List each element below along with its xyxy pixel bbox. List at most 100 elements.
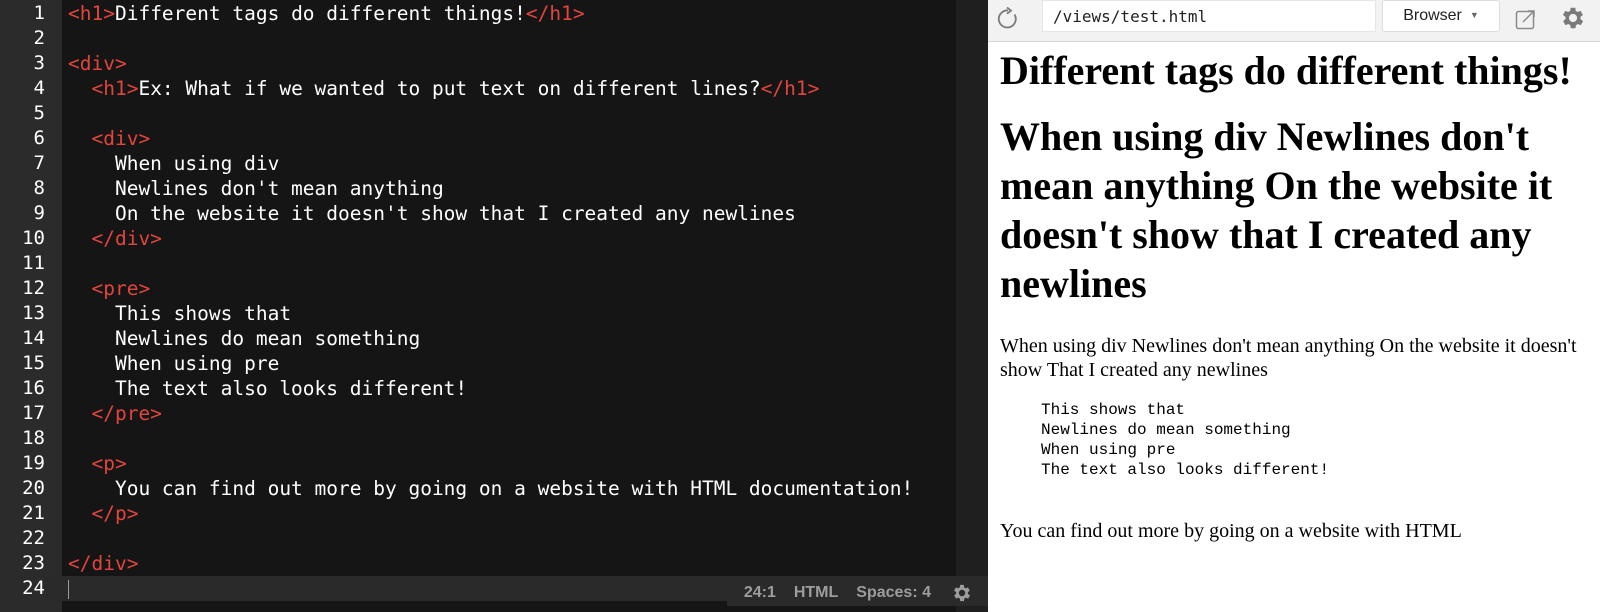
code-text: </pre> <box>68 401 162 426</box>
code-line[interactable]: 20 You can find out more by going on a w… <box>0 476 988 501</box>
code-text: Newlines don't mean anything <box>68 176 444 201</box>
line-number: 22 <box>22 526 45 549</box>
html-tag: </h1> <box>760 76 820 100</box>
page-paragraph: You can find out more by going on a webs… <box>1000 520 1462 542</box>
line-number: 24 <box>0 575 45 601</box>
caret-down-icon: ▼ <box>1469 10 1479 20</box>
code-line[interactable]: 15 When using pre <box>0 351 988 376</box>
line-number: 17 <box>22 401 45 424</box>
indent-setting[interactable]: Spaces: 4 <box>847 584 940 602</box>
line-number: 11 <box>22 251 45 274</box>
page-heading-1: Different tags do different things! <box>1000 48 1572 93</box>
code-line[interactable]: 13 This shows that <box>0 301 988 326</box>
line-number: 13 <box>22 301 45 324</box>
code-text: </div> <box>68 551 138 576</box>
code-editor[interactable]: 1 <h1>Different tags do different things!… <box>0 0 988 612</box>
code-line[interactable]: 12 <pre> <box>0 276 988 301</box>
html-tag: <pre> <box>91 276 151 300</box>
line-number: 10 <box>22 226 45 249</box>
code-line[interactable]: 5 <box>0 101 988 126</box>
html-tag: <h1> <box>68 1 115 25</box>
editor-status-bar: 24:1 HTML Spaces: 4 <box>726 579 988 606</box>
code-line[interactable]: 4 <h1>Ex: What if we wanted to put text … <box>0 76 988 101</box>
rendered-page: Different tags do different things! When… <box>1000 46 1596 543</box>
code-line[interactable]: 10 </div> <box>0 226 988 251</box>
line-number: 8 <box>33 176 45 199</box>
line-number: 6 <box>33 126 45 149</box>
html-tag: </pre> <box>91 401 162 425</box>
line-number: 2 <box>33 26 45 49</box>
preview-toolbar: /views/test.html Browser ▼ <box>988 0 1600 42</box>
line-number: 18 <box>22 426 45 449</box>
line-number: 7 <box>33 151 45 174</box>
line-number: 1 <box>33 1 45 24</box>
code-text: </p> <box>68 501 138 526</box>
code-token: This shows that <box>68 301 292 325</box>
html-tag: </p> <box>91 501 139 525</box>
html-tag: </div> <box>91 226 162 250</box>
code-line[interactable]: 1 <h1>Different tags do different things!… <box>0 1 988 26</box>
code-line[interactable]: 2 <box>0 26 988 51</box>
code-line[interactable]: 23 </div> <box>0 551 988 576</box>
language-mode[interactable]: HTML <box>785 584 847 602</box>
reload-icon[interactable] <box>992 3 1024 35</box>
cursor-position: 24:1 <box>743 583 776 601</box>
html-tag: </div> <box>68 551 139 575</box>
app-window: 1 <h1>Different tags do different things!… <box>0 0 1600 612</box>
url-field[interactable]: /views/test.html <box>1042 0 1376 32</box>
line-number: 15 <box>22 351 45 374</box>
popout-icon[interactable] <box>1512 5 1540 33</box>
line-number: 3 <box>33 51 45 74</box>
code-line[interactable]: 11 <box>0 251 988 276</box>
code-token: When using div <box>68 151 280 175</box>
code-line[interactable]: 18 <box>0 426 988 451</box>
html-tag: <div> <box>91 126 151 150</box>
browser-dropdown[interactable]: Browser ▼ <box>1382 0 1500 32</box>
code-text: The text also looks different! <box>68 376 467 401</box>
code-line[interactable]: 17 </pre> <box>0 401 988 426</box>
code-line[interactable]: 16 The text also looks different! <box>0 376 988 401</box>
code-line[interactable]: 14 Newlines do mean something <box>0 326 988 351</box>
code-text: <div> <box>68 51 127 76</box>
code-text: <p> <box>68 451 127 476</box>
code-token: You can find out more by going on a webs… <box>68 476 914 500</box>
code-text: <div> <box>68 126 150 151</box>
page-div-text: When using div Newlines don't mean anyth… <box>1000 335 1577 381</box>
browser-dropdown-label: Browser <box>1403 7 1462 24</box>
line-number: 19 <box>22 451 45 474</box>
line-number: 20 <box>22 476 45 499</box>
browser-preview: /views/test.html Browser ▼ Different tag… <box>988 0 1600 612</box>
code-text: When using div <box>68 151 279 176</box>
html-tag: <p> <box>91 451 127 475</box>
code-text: On the website it doesn't show that I cr… <box>68 201 796 226</box>
code-token: Newlines do mean something <box>68 326 421 350</box>
code-text: You can find out more by going on a webs… <box>68 476 913 501</box>
code-line[interactable]: 19 <p> <box>0 451 988 476</box>
code-text: <pre> <box>68 276 150 301</box>
code-line[interactable]: 7 When using div <box>0 151 988 176</box>
code-line[interactable]: 3 <div> <box>0 51 988 76</box>
line-number: 16 <box>22 376 45 399</box>
line-number: 12 <box>22 276 45 299</box>
text-cursor <box>68 579 69 599</box>
code-line[interactable]: 6 <div> <box>0 126 988 151</box>
page-heading-2: When using div Newlines don't mean anyth… <box>1000 114 1553 306</box>
code-line[interactable]: 22 <box>0 526 988 551</box>
code-text: <h1>Ex: What if we wanted to put text on… <box>68 76 819 101</box>
html-tag: <h1> <box>91 76 139 100</box>
code-token: Different tags do different things! <box>114 1 526 25</box>
code-line[interactable]: 21 </p> <box>0 501 988 526</box>
line-number: 5 <box>33 101 45 124</box>
gear-icon[interactable] <box>940 580 984 606</box>
code-line[interactable]: 9 On the website it doesn't show that I … <box>0 201 988 226</box>
code-line[interactable]: 8 Newlines don't mean anything <box>0 176 988 201</box>
page-pre-block: This shows that Newlines do mean somethi… <box>1041 401 1330 479</box>
code-text: Newlines do mean something <box>68 326 420 351</box>
code-text: When using pre <box>68 351 279 376</box>
gear-icon[interactable] <box>1556 1 1590 35</box>
